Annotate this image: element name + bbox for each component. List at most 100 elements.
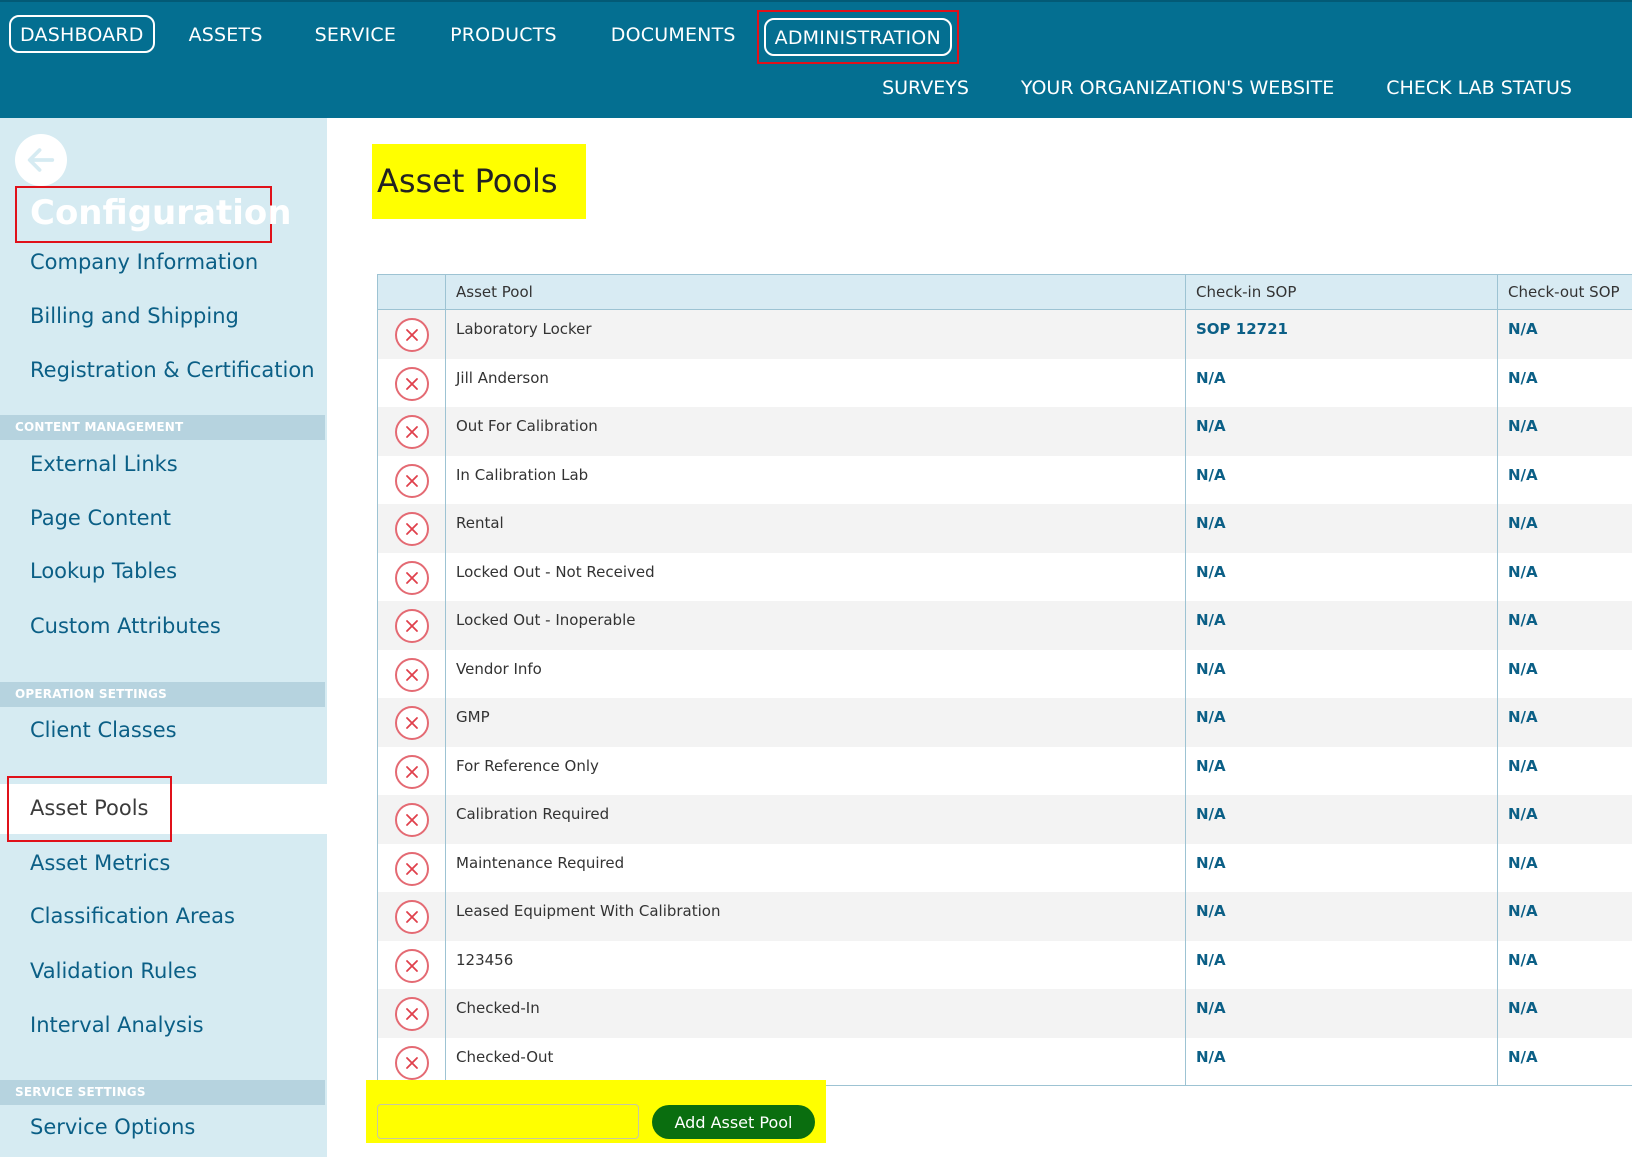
top-navigation: DASHBOARD ASSETS SERVICE PRODUCTS DOCUME… bbox=[0, 0, 1632, 118]
sidebar-item-client-classes[interactable]: Client Classes bbox=[30, 718, 177, 742]
delete-icon[interactable] bbox=[394, 706, 429, 740]
check-in-sop-link[interactable]: N/A bbox=[1196, 951, 1226, 969]
header-check-in-sop[interactable]: Check-in SOP bbox=[1186, 275, 1498, 309]
check-out-sop-link[interactable]: N/A bbox=[1508, 854, 1538, 872]
add-asset-pool-button[interactable]: Add Asset Pool bbox=[652, 1105, 815, 1139]
delete-icon[interactable] bbox=[394, 318, 429, 352]
sidebar-item-classification-areas[interactable]: Classification Areas bbox=[30, 904, 235, 928]
delete-icon[interactable] bbox=[394, 560, 429, 595]
check-in-sop-link[interactable]: N/A bbox=[1196, 854, 1226, 872]
header-asset-pool[interactable]: Asset Pool bbox=[446, 275, 1186, 309]
sidebar-item-billing-shipping[interactable]: Billing and Shipping bbox=[30, 304, 239, 328]
check-in-sop-link[interactable]: N/A bbox=[1196, 757, 1226, 775]
check-out-sop-link[interactable]: N/A bbox=[1508, 805, 1538, 823]
check-out-sop-link[interactable]: N/A bbox=[1508, 466, 1538, 484]
check-out-sop-link[interactable]: N/A bbox=[1508, 1048, 1538, 1066]
row-actions bbox=[378, 504, 446, 553]
delete-icon[interactable] bbox=[394, 415, 429, 449]
nav-products[interactable]: PRODUCTS bbox=[439, 15, 568, 53]
x-icon bbox=[405, 426, 418, 438]
check-out-sop-link[interactable]: N/A bbox=[1508, 417, 1538, 435]
check-out-sop-link[interactable]: N/A bbox=[1508, 708, 1538, 726]
check-in-sop-link[interactable]: N/A bbox=[1196, 466, 1226, 484]
delete-icon[interactable] bbox=[394, 609, 429, 643]
check-out-sop-link[interactable]: N/A bbox=[1508, 951, 1538, 969]
check-out-sop-link[interactable]: N/A bbox=[1508, 369, 1538, 387]
delete-icon[interactable] bbox=[394, 1045, 429, 1080]
check-out-sop-link[interactable]: N/A bbox=[1508, 611, 1538, 629]
check-out-sop-link[interactable]: N/A bbox=[1508, 563, 1538, 581]
nav-check-lab-status[interactable]: CHECK LAB STATUS bbox=[1386, 77, 1572, 99]
sidebar-item-validation-rules[interactable]: Validation Rules bbox=[30, 959, 197, 983]
nav-documents[interactable]: DOCUMENTS bbox=[600, 15, 747, 53]
table-row[interactable]: Vendor Info N/A N/A bbox=[378, 649, 1632, 698]
check-in-sop-link[interactable]: N/A bbox=[1196, 708, 1226, 726]
section-heading-operation-settings: OPERATION SETTINGS bbox=[0, 682, 325, 707]
delete-icon[interactable] bbox=[394, 997, 429, 1031]
check-out-sop-link[interactable]: N/A bbox=[1508, 757, 1538, 775]
sidebar-item-company-information[interactable]: Company Information bbox=[30, 250, 258, 274]
check-out-sop-link[interactable]: N/A bbox=[1508, 902, 1538, 920]
check-in-sop-link[interactable]: N/A bbox=[1196, 805, 1226, 823]
table-row[interactable]: For Reference Only N/A N/A bbox=[378, 746, 1632, 795]
delete-icon[interactable] bbox=[394, 512, 429, 546]
check-in-sop-link[interactable]: N/A bbox=[1196, 611, 1226, 629]
check-in-sop-link[interactable]: N/A bbox=[1196, 417, 1226, 435]
sidebar-item-service-options[interactable]: Service Options bbox=[30, 1115, 195, 1139]
back-button[interactable] bbox=[15, 134, 67, 186]
table-row[interactable]: In Calibration Lab N/A N/A bbox=[378, 455, 1632, 504]
delete-icon[interactable] bbox=[394, 803, 429, 837]
row-actions bbox=[378, 989, 446, 1038]
table-row[interactable]: Jill Anderson N/A N/A bbox=[378, 358, 1632, 407]
check-in-sop-link[interactable]: N/A bbox=[1196, 563, 1226, 581]
table-row[interactable]: Calibration Required N/A N/A bbox=[378, 795, 1632, 844]
table-row[interactable]: Checked-In N/A N/A bbox=[378, 989, 1632, 1038]
check-in-sop-link[interactable]: N/A bbox=[1196, 999, 1226, 1017]
sidebar-item-lookup-tables[interactable]: Lookup Tables bbox=[30, 559, 177, 583]
sidebar-item-page-content[interactable]: Page Content bbox=[30, 506, 171, 530]
check-in-sop-link[interactable]: N/A bbox=[1196, 902, 1226, 920]
nav-organization-website[interactable]: YOUR ORGANIZATION'S WEBSITE bbox=[1021, 77, 1334, 99]
delete-icon[interactable] bbox=[394, 851, 429, 886]
new-asset-pool-input[interactable] bbox=[377, 1104, 639, 1139]
table-row[interactable]: Out For Calibration N/A N/A bbox=[378, 407, 1632, 456]
table-row[interactable]: Locked Out - Not Received N/A N/A bbox=[378, 552, 1632, 601]
sidebar-item-custom-attributes[interactable]: Custom Attributes bbox=[30, 614, 221, 638]
check-in-sop-link[interactable]: N/A bbox=[1196, 1048, 1226, 1066]
delete-icon[interactable] bbox=[394, 463, 429, 498]
check-out-sop-link[interactable]: N/A bbox=[1508, 999, 1538, 1017]
delete-icon[interactable] bbox=[394, 948, 429, 983]
cell-asset-pool: Checked-Out bbox=[446, 1037, 1186, 1085]
sidebar-item-registration-certification[interactable]: Registration & Certification bbox=[30, 358, 315, 382]
nav-surveys[interactable]: SURVEYS bbox=[882, 77, 969, 99]
nav-dashboard[interactable]: DASHBOARD bbox=[9, 14, 155, 53]
nav-assets[interactable]: ASSETS bbox=[178, 15, 274, 53]
check-in-sop-link[interactable]: N/A bbox=[1196, 514, 1226, 532]
nav-administration[interactable]: ADMINISTRATION bbox=[763, 17, 952, 56]
table-row[interactable]: GMP N/A N/A bbox=[378, 698, 1632, 747]
header-check-out-sop[interactable]: Check-out SOP bbox=[1498, 275, 1632, 309]
table-row[interactable]: 123456 N/A N/A bbox=[378, 940, 1632, 989]
check-in-sop-link[interactable]: SOP 12721 bbox=[1196, 320, 1288, 338]
table-row[interactable]: Maintenance Required N/A N/A bbox=[378, 843, 1632, 892]
check-out-sop-link[interactable]: N/A bbox=[1508, 514, 1538, 532]
check-out-sop-link[interactable]: N/A bbox=[1508, 320, 1538, 338]
check-out-sop-link[interactable]: N/A bbox=[1508, 660, 1538, 678]
table-row[interactable]: Checked-Out N/A N/A bbox=[378, 1037, 1632, 1085]
delete-icon[interactable] bbox=[394, 657, 429, 692]
table-row[interactable]: Laboratory Locker SOP 12721 N/A bbox=[378, 310, 1632, 359]
delete-icon[interactable] bbox=[394, 900, 429, 934]
sidebar-item-asset-pools[interactable]: Asset Pools bbox=[30, 796, 148, 820]
delete-icon[interactable] bbox=[394, 754, 429, 789]
sidebar-item-external-links[interactable]: External Links bbox=[30, 452, 178, 476]
check-in-sop-link[interactable]: N/A bbox=[1196, 660, 1226, 678]
sidebar-item-asset-metrics[interactable]: Asset Metrics bbox=[30, 851, 170, 875]
table-body: Laboratory Locker SOP 12721 N/A Jill Anders… bbox=[378, 310, 1632, 1085]
table-row[interactable]: Locked Out - Inoperable N/A N/A bbox=[378, 601, 1632, 650]
sidebar-item-interval-analysis[interactable]: Interval Analysis bbox=[30, 1013, 204, 1037]
table-row[interactable]: Leased Equipment With Calibration N/A N/A bbox=[378, 892, 1632, 941]
nav-service[interactable]: SERVICE bbox=[304, 15, 408, 53]
delete-icon[interactable] bbox=[394, 366, 429, 401]
table-row[interactable]: Rental N/A N/A bbox=[378, 504, 1632, 553]
check-in-sop-link[interactable]: N/A bbox=[1196, 369, 1226, 387]
